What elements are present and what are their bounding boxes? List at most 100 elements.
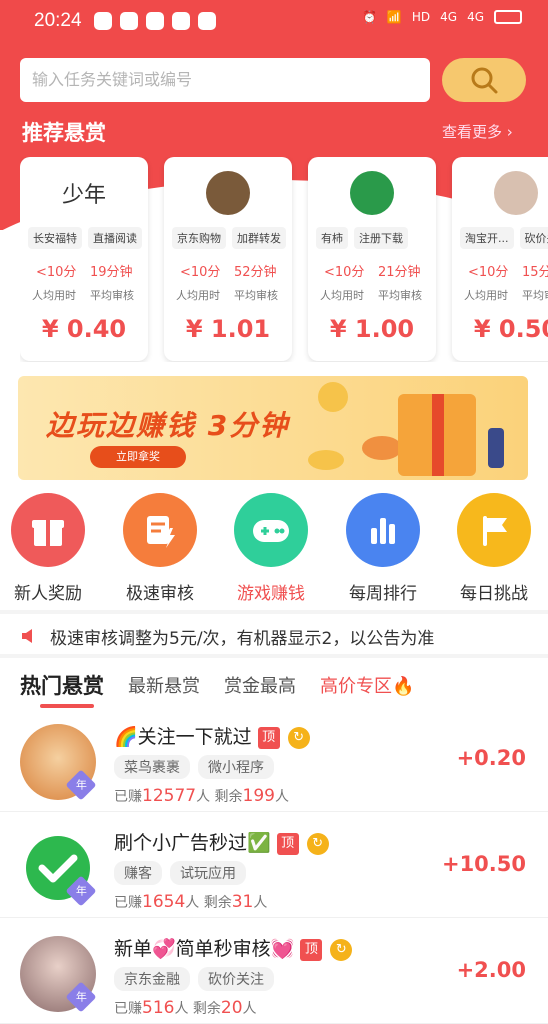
card-avatar: [494, 171, 538, 215]
card-tag: 砍价关: [519, 227, 548, 249]
task-tag: 试玩应用: [170, 861, 246, 885]
view-more-link[interactable]: 查看更多 ›: [442, 121, 513, 142]
task-reward: +2.00: [456, 958, 526, 982]
card-review-time: 15分: [522, 265, 548, 280]
recommend-card[interactable]: 少年 长安福特 直播阅读 <10分 19分钟 人均用时 平均审核 ¥ 0.40: [20, 157, 148, 361]
card-avg-time: <10分: [468, 265, 509, 280]
recommended-title: 推荐悬赏: [22, 121, 106, 145]
wifi-icon: 📶: [386, 10, 402, 24]
task-tag: 砍价关注: [198, 967, 274, 991]
quick-entry-bar: 新人奖励 极速审核 游戏赚钱 每周排行 每日挑战: [0, 493, 548, 604]
quick-entry-label: 游戏赚钱: [237, 584, 305, 604]
signal-4g-label-2: 4G: [467, 10, 484, 24]
task-tag: 京东金融: [114, 967, 190, 991]
status-time: 20:24: [34, 10, 82, 31]
card-price: ¥ 1.01: [185, 315, 271, 343]
refresh-icon: ↻: [330, 939, 353, 961]
recommended-cards: 少年 长安福特 直播阅读 <10分 19分钟 人均用时 平均审核 ¥ 0.40 京…: [20, 157, 548, 362]
search-icon: [471, 67, 498, 94]
gift-icon: [11, 493, 85, 567]
task-stats: 已赚516人 剩余20人: [114, 998, 257, 1018]
quick-entry-new-user[interactable]: 新人奖励: [0, 493, 98, 604]
recommend-card[interactable]: 有柿 注册下载 <10分 21分钟 人均用时 平均审核 ¥ 1.00: [308, 157, 436, 361]
tab-premium[interactable]: 高价专区🔥: [320, 672, 414, 698]
card-review-time: 19分钟: [90, 265, 133, 280]
card-tag: 有柿: [316, 227, 348, 249]
app-notification-icon: [198, 12, 216, 30]
tab-hot[interactable]: 热门悬赏: [20, 670, 104, 700]
task-title-text: 🌈关注一下就过: [114, 726, 252, 748]
card-tag: 京东购物: [172, 227, 226, 249]
card-tag: 加群转发: [232, 227, 286, 249]
notice-bar[interactable]: 极速审核调整为5元/次，有机器显示2，以公告为准: [0, 620, 548, 652]
card-label: 人均用时: [32, 289, 76, 302]
card-label: 人均用时: [320, 289, 364, 302]
card-avg-time: <10分: [36, 265, 77, 280]
divider: [0, 610, 548, 614]
card-label: 平均审核: [90, 289, 134, 302]
card-price: ¥ 0.50: [473, 315, 548, 343]
notice-text: 极速审核调整为5元/次，有机器显示2，以公告为准: [50, 629, 435, 649]
card-avatar: [350, 171, 394, 215]
card-review-time: 21分钟: [378, 265, 421, 280]
task-item[interactable]: 年 刷个小广告秒过✅ 顶 ↻ 赚客 试玩应用 已赚1654人 剩余31人 +10.50: [0, 814, 548, 918]
refresh-icon: ↻: [287, 727, 310, 749]
card-label: 平均审核: [234, 289, 278, 302]
pinned-tag: 顶: [300, 939, 323, 961]
card-avatar: [206, 171, 250, 215]
task-title: 🌈关注一下就过顶 ↻: [114, 722, 310, 749]
banner-title: 边玩边赚钱 3分钟: [46, 409, 290, 442]
hd-label: HD: [411, 10, 431, 24]
card-label: 人均用时: [464, 289, 508, 302]
quick-entry-game[interactable]: 游戏赚钱: [221, 493, 321, 604]
search-input[interactable]: 输入任务关键词或编号: [20, 58, 430, 102]
card-avg-time: <10分: [324, 265, 365, 280]
card-label: 平均审核: [378, 289, 422, 302]
recommend-card[interactable]: 淘宝开...砍价关 <10分 15分 人均用时 平均审核 ¥ 0.50: [452, 157, 548, 361]
bar-chart-icon: [346, 493, 420, 567]
notification-icons: [94, 12, 216, 30]
card-logo: 少年: [61, 183, 106, 208]
card-price: ¥ 0.40: [41, 315, 127, 343]
card-label: 平均审核: [522, 289, 548, 302]
task-title-text: 新单💞简单秒审核💓: [114, 938, 295, 960]
coin-icon: [318, 382, 348, 412]
task-title: 刷个小广告秒过✅ 顶 ↻: [114, 828, 329, 855]
divider: [0, 654, 548, 658]
document-lightning-icon: [123, 493, 197, 567]
search-button[interactable]: [442, 58, 526, 102]
banner-claim-button[interactable]: 立即拿奖: [90, 446, 186, 468]
quick-entry-weekly-rank[interactable]: 每周排行: [333, 493, 433, 604]
gamepad-icon: [234, 493, 308, 567]
pinned-tag: 顶: [257, 727, 280, 749]
quick-entry-fast-review[interactable]: 极速审核: [110, 493, 210, 604]
app-notification-icon: [94, 12, 112, 30]
quick-entry-daily-challenge[interactable]: 每日挑战: [444, 493, 544, 604]
task-title: 新单💞简单秒审核💓 顶 ↻: [114, 934, 353, 961]
battery-icon: [494, 10, 522, 24]
task-item[interactable]: 年 🌈关注一下就过顶 ↻ 菜鸟裹裹 微小程序 已赚12577人 剩余199人 +0.…: [0, 708, 548, 812]
promo-banner[interactable]: 边玩边赚钱 3分钟 立即拿奖: [18, 376, 528, 480]
task-stats: 已赚12577人 剩余199人: [114, 786, 289, 806]
tab-latest[interactable]: 最新悬赏: [128, 672, 200, 698]
recommend-card[interactable]: 京东购物 加群转发 <10分 52分钟 人均用时 平均审核 ¥ 1.01: [164, 157, 292, 361]
task-item[interactable]: 年 新单💞简单秒审核💓 顶 ↻ 京东金融 砍价关注 已赚516人 剩余20人 +2.0…: [0, 920, 548, 1024]
status-right: ⏰ 📶 HD 4G 4G: [362, 10, 522, 24]
signal-4g-label: 4G: [440, 10, 458, 24]
task-tag: 菜鸟裹裹: [114, 755, 190, 779]
quick-entry-label: 每日挑战: [460, 584, 528, 604]
task-title-text: 刷个小广告秒过✅: [114, 832, 271, 854]
task-tag: 微小程序: [198, 755, 274, 779]
task-tabs: 热门悬赏 最新悬赏 赏金最高 高价专区🔥: [0, 664, 548, 708]
card-tag: 淘宝开...: [460, 227, 514, 249]
pinned-tag: 顶: [276, 833, 299, 855]
gift-box-icon: [398, 394, 476, 476]
card-review-time: 52分钟: [234, 265, 277, 280]
tab-highest-reward[interactable]: 赏金最高: [224, 672, 296, 698]
flag-icon: [457, 493, 531, 567]
card-label: 人均用时: [176, 289, 220, 302]
task-reward: +0.20: [456, 746, 526, 770]
card-price: ¥ 1.00: [329, 315, 415, 343]
app-notification-icon: [146, 12, 164, 30]
coin-icon: [308, 450, 344, 470]
